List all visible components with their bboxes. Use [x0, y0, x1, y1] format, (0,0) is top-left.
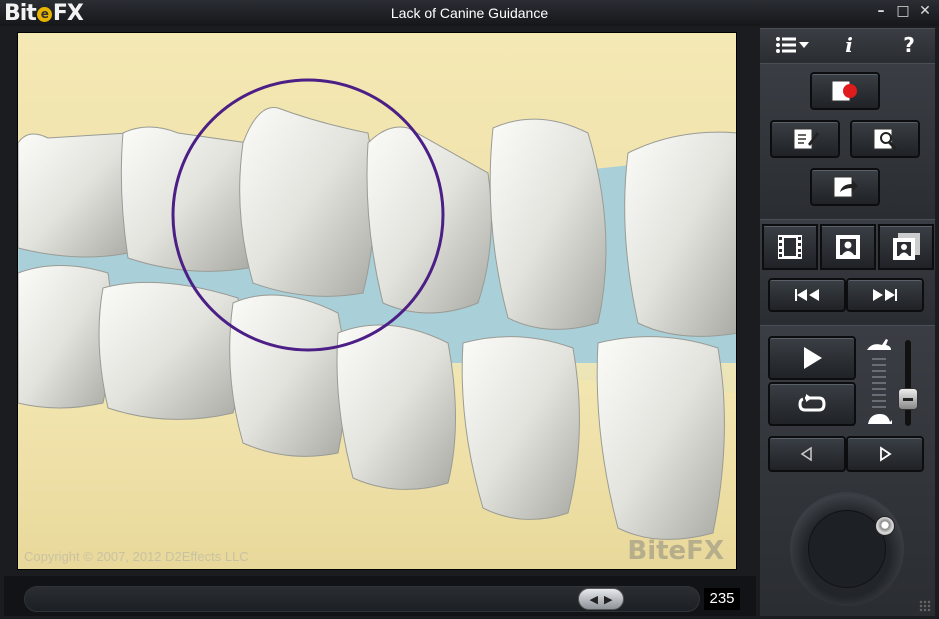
scrubber-handle[interactable]: ◀ ▶	[578, 588, 624, 610]
control-panel: i ?	[760, 28, 935, 616]
portrait-icon	[836, 235, 860, 259]
step-forward-icon	[880, 446, 892, 462]
close-button[interactable]: ✕	[917, 2, 933, 20]
upper-incisor	[624, 131, 736, 337]
portrait-button[interactable]	[820, 224, 876, 270]
play-button[interactable]	[768, 336, 856, 380]
timeline-bar: ◀ ▶ 235	[4, 576, 756, 616]
upper-premolar-1	[239, 106, 375, 297]
skip-forward-icon	[873, 289, 897, 301]
help-button[interactable]: ?	[894, 29, 924, 61]
minimize-button[interactable]: –	[873, 2, 889, 20]
speed-ticks	[872, 358, 886, 408]
loop-icon	[798, 394, 826, 412]
lower-molar-1	[18, 265, 113, 409]
edit-notes-icon	[793, 128, 819, 150]
search-notes-icon	[873, 128, 898, 151]
upper-canine	[489, 118, 607, 330]
lower-premolar-1	[229, 294, 346, 457]
lower-incisor	[596, 336, 725, 540]
list-menu-button[interactable]	[768, 29, 818, 61]
upper-molar-1	[18, 132, 134, 258]
find-notes-button[interactable]	[850, 120, 920, 158]
speed-slider-handle[interactable]	[898, 388, 918, 410]
notes-section	[760, 63, 935, 218]
skip-back-icon	[795, 289, 819, 301]
frame-counter: 235	[704, 588, 740, 610]
loop-button[interactable]	[768, 382, 856, 426]
step-back-button[interactable]	[768, 436, 846, 472]
film-icon	[778, 235, 802, 259]
scrub-left-icon: ◀	[589, 593, 598, 606]
portraits-icon	[893, 233, 920, 260]
lower-premolar-2	[336, 324, 456, 490]
film-button[interactable]	[762, 224, 818, 270]
animation-viewport[interactable]: Copyright © 2007, 2012 D2Effects LLC Bit…	[17, 32, 737, 570]
step-forward-button[interactable]	[846, 436, 924, 472]
record-icon	[831, 80, 857, 102]
maximize-button[interactable]: □	[895, 2, 911, 20]
timeline-scrubber[interactable]: ◀ ▶	[24, 586, 700, 612]
rabbit-icon	[864, 336, 896, 356]
speed-slider-track[interactable]	[905, 340, 911, 426]
teeth-illustration	[18, 33, 736, 569]
step-back-icon	[800, 446, 812, 462]
export-icon	[833, 176, 858, 198]
scrub-right-icon: ▶	[604, 593, 613, 606]
portraits-button[interactable]	[878, 224, 934, 270]
upper-molar-2	[120, 126, 254, 272]
watermark-logo: BiteFX	[627, 536, 724, 566]
edit-notes-button[interactable]	[770, 120, 840, 158]
previous-button[interactable]	[768, 278, 846, 312]
record-button[interactable]	[810, 72, 880, 110]
jog-dial[interactable]	[790, 492, 904, 606]
top-toolbar: i ?	[760, 28, 935, 62]
title-bar: Bit e FX Lack of Canine Guidance – □ ✕	[0, 0, 939, 26]
jog-dial-center	[808, 510, 886, 588]
turtle-icon	[864, 410, 896, 428]
window-title: Lack of Canine Guidance	[390, 5, 549, 21]
jog-dial-knob[interactable]	[875, 516, 895, 536]
lower-molar-2	[98, 281, 243, 420]
copyright-text: Copyright © 2007, 2012 D2Effects LLC	[24, 549, 249, 564]
info-button[interactable]: i	[834, 29, 864, 61]
resize-grip[interactable]	[919, 600, 931, 612]
media-section	[760, 219, 935, 324]
lower-canine	[461, 336, 580, 520]
next-button[interactable]	[846, 278, 924, 312]
list-menu-icon	[776, 37, 809, 53]
playback-section	[760, 325, 935, 616]
export-button[interactable]	[810, 168, 880, 206]
play-icon	[804, 347, 822, 369]
